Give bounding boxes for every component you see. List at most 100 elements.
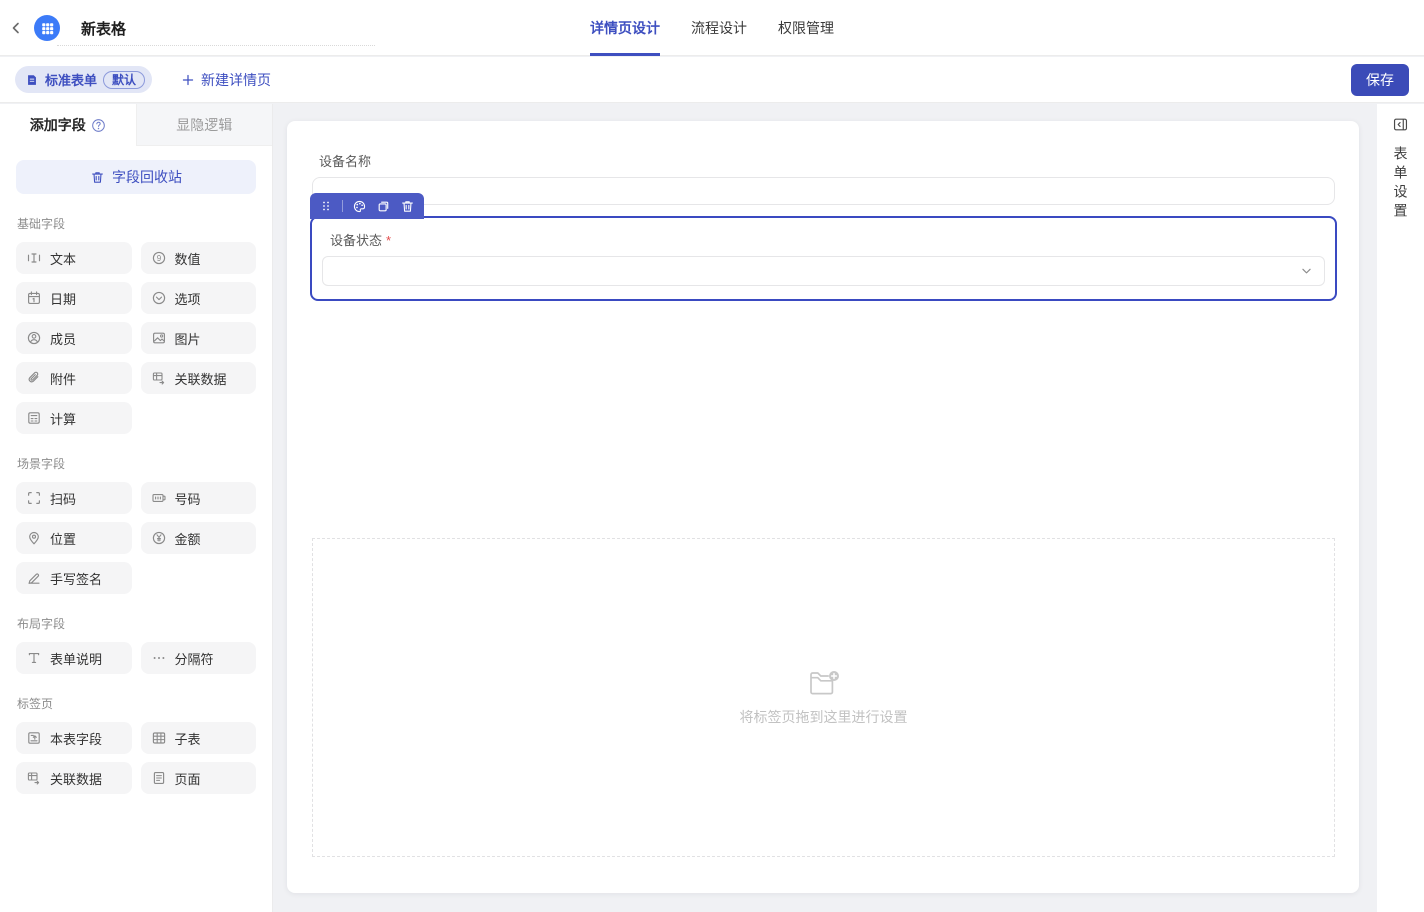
required-marker: *	[386, 233, 391, 248]
tab-page-fields-grid: 本表字段 子表 关联数据 页面	[16, 722, 256, 794]
selected-field-toolbar	[310, 193, 424, 219]
field-item-subtable[interactable]: 子表	[141, 722, 257, 754]
collapse-panel-icon[interactable]	[1392, 116, 1409, 133]
field-item-attachment[interactable]: 附件	[16, 362, 132, 394]
sidebar-tab-add-fields-label: 添加字段	[30, 115, 86, 135]
field-label: 设备名称	[319, 151, 1335, 170]
field-item-label: 子表	[175, 729, 201, 748]
document-icon	[25, 73, 39, 87]
field-item-label: 金额	[175, 529, 201, 548]
page-icon	[151, 770, 167, 786]
app-logo-icon	[34, 15, 60, 41]
section-title-basic-fields: 基础字段	[17, 215, 256, 232]
subtable-icon	[151, 730, 167, 746]
field-item-label: 成员	[50, 329, 76, 348]
field-item-scan[interactable]: 扫码	[16, 482, 132, 514]
field-item-linked-data-tab[interactable]: 关联数据	[16, 762, 132, 794]
section-title-layout-fields: 布局字段	[17, 615, 256, 632]
sidebar-tab-add-fields[interactable]: 添加字段	[0, 104, 136, 146]
field-item-label: 分隔符	[175, 649, 214, 668]
palette-icon[interactable]	[352, 199, 367, 214]
form-settings-label[interactable]: 表单设置	[1391, 146, 1411, 222]
field-item-calculate[interactable]: 计算	[16, 402, 132, 434]
field-item-option[interactable]: 选项	[141, 282, 257, 314]
linked-data-icon	[151, 370, 167, 386]
folder-plus-icon	[807, 668, 841, 698]
content-area: 添加字段 显隐逻辑 字段回收站 基础字段 文本 数值 日期 选项	[0, 104, 1424, 912]
form-toolbar: 标准表单 默认 新建详情页 保存	[0, 57, 1424, 103]
field-item-label: 数值	[175, 249, 201, 268]
form-text-icon	[26, 650, 42, 666]
section-title-scene-fields: 场景字段	[17, 455, 256, 472]
tab-page-drop-zone[interactable]: 将标签页拖到这里进行设置	[312, 538, 1335, 857]
field-item-label: 页面	[175, 769, 201, 788]
attachment-icon	[26, 370, 42, 386]
toolbar-divider	[342, 200, 343, 212]
linked-data-icon	[26, 770, 42, 786]
field-item-location[interactable]: 位置	[16, 522, 132, 554]
field-item-label: 文本	[50, 249, 76, 268]
divider-icon	[151, 650, 167, 666]
serial-number-icon	[151, 490, 167, 506]
form-settings-panel-collapsed: 表单设置	[1377, 104, 1424, 912]
app-title[interactable]: 新表格	[81, 18, 126, 39]
field-item-label: 本表字段	[50, 729, 102, 748]
header-tabs: 详情页设计 流程设计 权限管理	[590, 0, 834, 56]
field-item-label: 日期	[50, 289, 76, 308]
text-input[interactable]	[312, 177, 1335, 205]
back-button[interactable]	[4, 16, 28, 40]
field-item-label: 扫码	[50, 489, 76, 508]
field-item-serial-number[interactable]: 号码	[141, 482, 257, 514]
field-item-form-text[interactable]: 表单说明	[16, 642, 132, 674]
currency-icon	[151, 530, 167, 546]
field-item-page[interactable]: 页面	[141, 762, 257, 794]
text-field-icon	[26, 250, 42, 266]
calendar-icon	[26, 290, 42, 306]
field-recycle-bin-button[interactable]: 字段回收站	[16, 160, 256, 194]
form-field-device-status-selected[interactable]: 设备状态 *	[310, 216, 1337, 301]
option-icon	[151, 290, 167, 306]
sidebar-tab-visibility-logic[interactable]: 显隐逻辑	[136, 104, 273, 146]
field-item-date[interactable]: 日期	[16, 282, 132, 314]
field-item-image[interactable]: 图片	[141, 322, 257, 354]
field-item-label: 位置	[50, 529, 76, 548]
standard-form-pill[interactable]: 标准表单 默认	[15, 66, 152, 93]
field-item-label: 关联数据	[50, 769, 102, 788]
form-design-canvas: 设备名称 设备状态 *	[287, 121, 1359, 893]
tab-page-drop-hint: 将标签页拖到这里进行设置	[740, 707, 908, 727]
tab-detail-page-design[interactable]: 详情页设计	[590, 0, 660, 56]
field-library-sidebar: 添加字段 显隐逻辑 字段回收站 基础字段 文本 数值 日期 选项	[0, 104, 273, 912]
calculator-icon	[26, 410, 42, 426]
field-label-text: 设备状态	[330, 233, 382, 248]
field-item-divider[interactable]: 分隔符	[141, 642, 257, 674]
field-item-label: 手写签名	[50, 569, 102, 588]
field-item-current-table-fields[interactable]: 本表字段	[16, 722, 132, 754]
scan-icon	[26, 490, 42, 506]
field-item-signature[interactable]: 手写签名	[16, 562, 132, 594]
save-button[interactable]: 保存	[1351, 64, 1409, 96]
section-title-tab-pages: 标签页	[17, 695, 256, 712]
form-field-device-name[interactable]: 设备名称	[312, 151, 1335, 205]
field-item-label: 号码	[175, 489, 201, 508]
tab-process-design[interactable]: 流程设计	[691, 0, 747, 56]
field-item-label: 选项	[175, 289, 201, 308]
new-detail-page-button[interactable]: 新建详情页	[181, 70, 271, 90]
title-editable-underline	[57, 45, 375, 46]
field-item-linked-data[interactable]: 关联数据	[141, 362, 257, 394]
field-recycle-bin-label: 字段回收站	[112, 167, 182, 187]
field-item-label: 表单说明	[50, 649, 102, 668]
field-item-member[interactable]: 成员	[16, 322, 132, 354]
field-item-text[interactable]: 文本	[16, 242, 132, 274]
select-input[interactable]	[322, 256, 1325, 286]
drag-handle-icon[interactable]	[319, 199, 333, 213]
image-icon	[151, 330, 167, 346]
chevron-down-icon	[1299, 264, 1314, 279]
layout-fields-grid: 表单说明 分隔符	[16, 642, 256, 674]
delete-icon[interactable]	[400, 199, 415, 214]
tab-permission-management[interactable]: 权限管理	[778, 0, 834, 56]
help-question-icon[interactable]	[91, 118, 106, 133]
field-item-number[interactable]: 数值	[141, 242, 257, 274]
trash-icon	[90, 170, 105, 185]
copy-icon[interactable]	[376, 199, 391, 214]
field-item-currency[interactable]: 金额	[141, 522, 257, 554]
